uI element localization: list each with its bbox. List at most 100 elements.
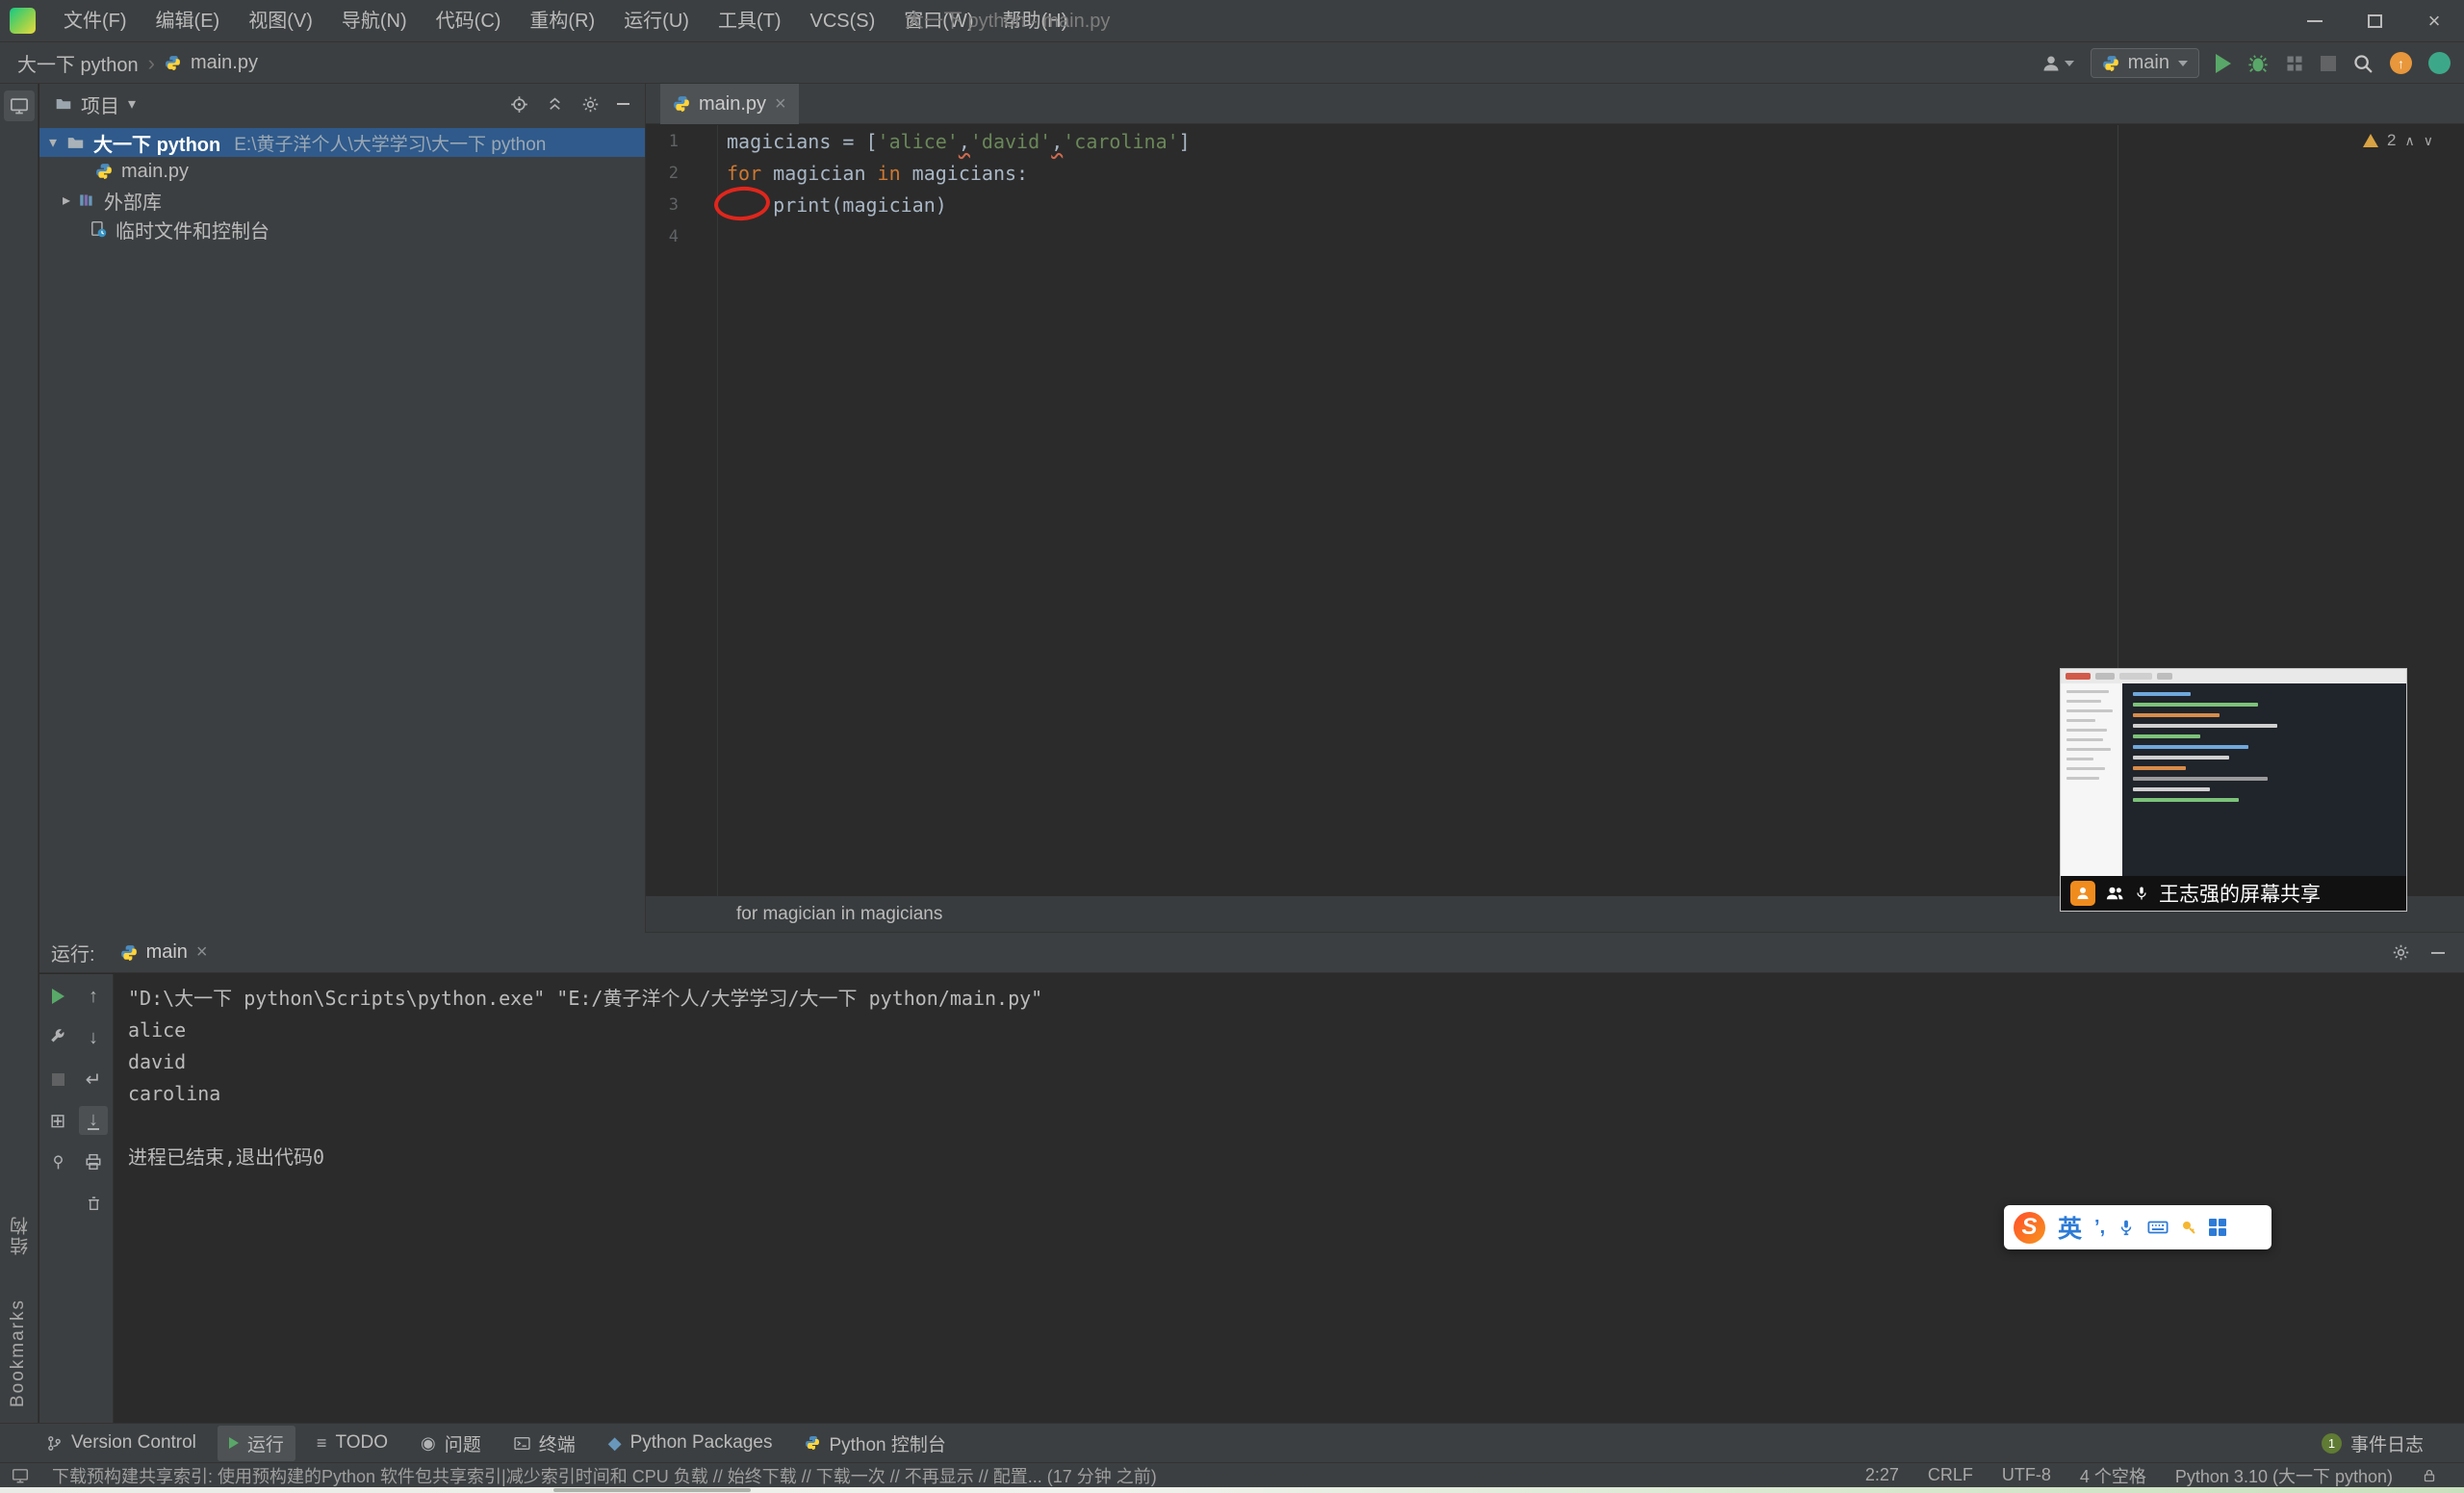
indent-widget[interactable]: 4 个空格: [2080, 1463, 2146, 1488]
run-configuration-select[interactable]: main: [2091, 48, 2199, 78]
todo-icon: ≡: [317, 1433, 327, 1454]
screen-share-overlay[interactable]: 王志强的屏幕共享: [2060, 668, 2407, 912]
interpreter-widget[interactable]: Python 3.10 (大一下 python): [2175, 1463, 2393, 1488]
menu-edit[interactable]: 编辑(E): [141, 0, 235, 42]
stop-button[interactable]: [2321, 56, 2336, 71]
breadcrumb-project[interactable]: 大一下 python: [17, 49, 139, 77]
gutter-separator: [717, 125, 718, 896]
next-warning-icon[interactable]: ∨: [2424, 133, 2433, 149]
breadcrumb-scope[interactable]: for magician in magicians: [736, 904, 942, 925]
tool-button-version-control[interactable]: Version Control: [35, 1428, 208, 1458]
ide-update-icon[interactable]: ↑: [2390, 52, 2412, 74]
tree-row-main-py[interactable]: main.py: [39, 157, 645, 186]
menu-file[interactable]: 文件(F): [49, 0, 141, 42]
scroll-to-end-button[interactable]: ↓: [79, 1106, 108, 1135]
minimize-button[interactable]: [2285, 0, 2345, 42]
windows-taskbar-edge[interactable]: [0, 1487, 2464, 1493]
sogou-ime-bar[interactable]: S 英 ’,: [2004, 1205, 2272, 1249]
menu-vcs[interactable]: VCS(S): [796, 0, 890, 42]
voice-input-icon[interactable]: [2118, 1219, 2135, 1236]
clear-all-button[interactable]: [79, 1189, 108, 1218]
status-bar: 下载预构建共享索引: 使用预构建的Python 软件包共享索引|减少索引时间和 …: [0, 1462, 2464, 1487]
locate-file-button[interactable]: [510, 95, 528, 114]
editor-tab-main-py[interactable]: main.py ×: [660, 84, 799, 124]
print-button[interactable]: [79, 1147, 108, 1176]
caret-position-widget[interactable]: 2:27: [1865, 1465, 1899, 1485]
project-panel-title[interactable]: 项目: [81, 90, 119, 118]
tool-window-bar: Version Control 运行 ≡ TODO ◉ 问题 终端 ◆ Pyth…: [0, 1423, 2464, 1462]
status-message[interactable]: 下载预构建共享索引: 使用预构建的Python 软件包共享索引|减少索引时间和 …: [52, 1463, 1157, 1488]
debug-button[interactable]: [2247, 53, 2269, 74]
prev-warning-icon[interactable]: ∧: [2404, 133, 2414, 149]
menu-view[interactable]: 视图(V): [234, 0, 327, 42]
run-tab-main[interactable]: main ×: [120, 933, 208, 973]
line-separator-widget[interactable]: CRLF: [1928, 1465, 1973, 1485]
microphone-icon[interactable]: [2134, 886, 2149, 901]
menu-tools[interactable]: 工具(T): [704, 0, 796, 42]
code-line[interactable]: 2for magician in magicians:: [646, 157, 2464, 189]
event-log-button[interactable]: 1 事件日志: [2322, 1424, 2424, 1463]
sogou-logo-icon[interactable]: S: [2014, 1212, 2045, 1244]
hide-panel-button[interactable]: [2431, 952, 2445, 954]
keyboard-icon[interactable]: [2147, 1217, 2169, 1238]
tool-button-python-console[interactable]: Python 控制台: [793, 1426, 957, 1461]
maximize-button[interactable]: [2345, 0, 2404, 42]
restore-layout-button[interactable]: ⊞: [43, 1106, 72, 1135]
menu-code[interactable]: 代码(C): [422, 0, 516, 42]
menu-navigate[interactable]: 导航(N): [327, 0, 422, 42]
skin-icon[interactable]: [2181, 1220, 2196, 1235]
code-token: ]: [1179, 130, 1191, 153]
stop-button[interactable]: [43, 1065, 72, 1094]
next-occurrence-button[interactable]: ↓: [79, 1023, 108, 1052]
participants-icon[interactable]: [2105, 884, 2124, 903]
project-stripe-button[interactable]: [4, 90, 35, 121]
coverage-button[interactable]: [2285, 54, 2304, 73]
tree-row-external-libraries[interactable]: ▸ 外部库: [39, 186, 645, 215]
prev-occurrence-button[interactable]: ↑: [79, 982, 108, 1011]
code-line[interactable]: 1magicians = ['alice','david','carolina'…: [646, 125, 2464, 157]
tool-button-run[interactable]: 运行: [218, 1426, 295, 1461]
menu-refactor[interactable]: 重构(R): [515, 0, 609, 42]
tool-button-todo[interactable]: ≡ TODO: [305, 1428, 399, 1458]
screen-share-preview: [2061, 683, 2406, 876]
tree-row-project-root[interactable]: ▾ 大一下 python E:\黄子洋个人\大学学习\大一下 python: [39, 128, 645, 157]
close-button[interactable]: ×: [2404, 0, 2464, 42]
taskbar-item-edge: [553, 1488, 751, 1492]
lock-icon[interactable]: [2422, 1468, 2437, 1483]
breadcrumb-file[interactable]: main.py: [191, 52, 258, 74]
tool-button-python-packages[interactable]: ◆ Python Packages: [597, 1428, 784, 1458]
soft-wrap-button[interactable]: ↵: [79, 1065, 108, 1094]
tree-item-label: 外部库: [104, 187, 162, 215]
tree-row-scratches[interactable]: 临时文件和控制台: [39, 215, 645, 244]
structure-stripe-button[interactable]: 结构: [8, 1215, 34, 1255]
edit-configuration-button[interactable]: [43, 1023, 72, 1052]
close-tab-icon[interactable]: ×: [196, 941, 208, 964]
inspections-widget[interactable]: 2 ∧ ∨: [2363, 131, 2433, 150]
pycharm-window: 文件(F) 编辑(E) 视图(V) 导航(N) 代码(C) 重构(R) 运行(U…: [0, 0, 2464, 1493]
hide-panel-button[interactable]: [617, 103, 629, 105]
search-everywhere-button[interactable]: [2352, 53, 2374, 74]
punctuation-icon[interactable]: ’,: [2094, 1217, 2105, 1239]
menu-run[interactable]: 运行(U): [609, 0, 704, 42]
run-button[interactable]: [2216, 54, 2231, 73]
run-console[interactable]: "D:\大一下 python\Scripts\python.exe" "E:/黄…: [115, 974, 2464, 1423]
code-line[interactable]: 3 print(magician): [646, 189, 2464, 220]
python-file-icon: [673, 95, 690, 113]
code-with-me-icon[interactable]: [2428, 52, 2451, 74]
bookmarks-stripe-button[interactable]: Bookmarks: [8, 1299, 29, 1407]
toolbox-icon[interactable]: [2209, 1219, 2226, 1236]
ime-language-toggle[interactable]: 英: [2058, 1210, 2082, 1245]
gear-icon[interactable]: [581, 95, 600, 114]
tool-button-problems[interactable]: ◉ 问题: [409, 1426, 493, 1461]
gear-icon[interactable]: [2392, 943, 2410, 962]
collapse-all-button[interactable]: [546, 95, 564, 114]
user-dropdown-button[interactable]: [2041, 54, 2074, 73]
pin-button[interactable]: [43, 1147, 72, 1176]
encoding-widget[interactable]: UTF-8: [2002, 1465, 2051, 1485]
close-tab-icon[interactable]: ×: [775, 93, 786, 116]
screen-share-preview-toolbar: [2061, 669, 2406, 683]
code-line[interactable]: 4: [646, 220, 2464, 252]
rerun-button[interactable]: [43, 982, 72, 1011]
window-title: 大一下 python - main.py: [905, 0, 1110, 42]
tool-button-terminal[interactable]: 终端: [502, 1426, 587, 1461]
